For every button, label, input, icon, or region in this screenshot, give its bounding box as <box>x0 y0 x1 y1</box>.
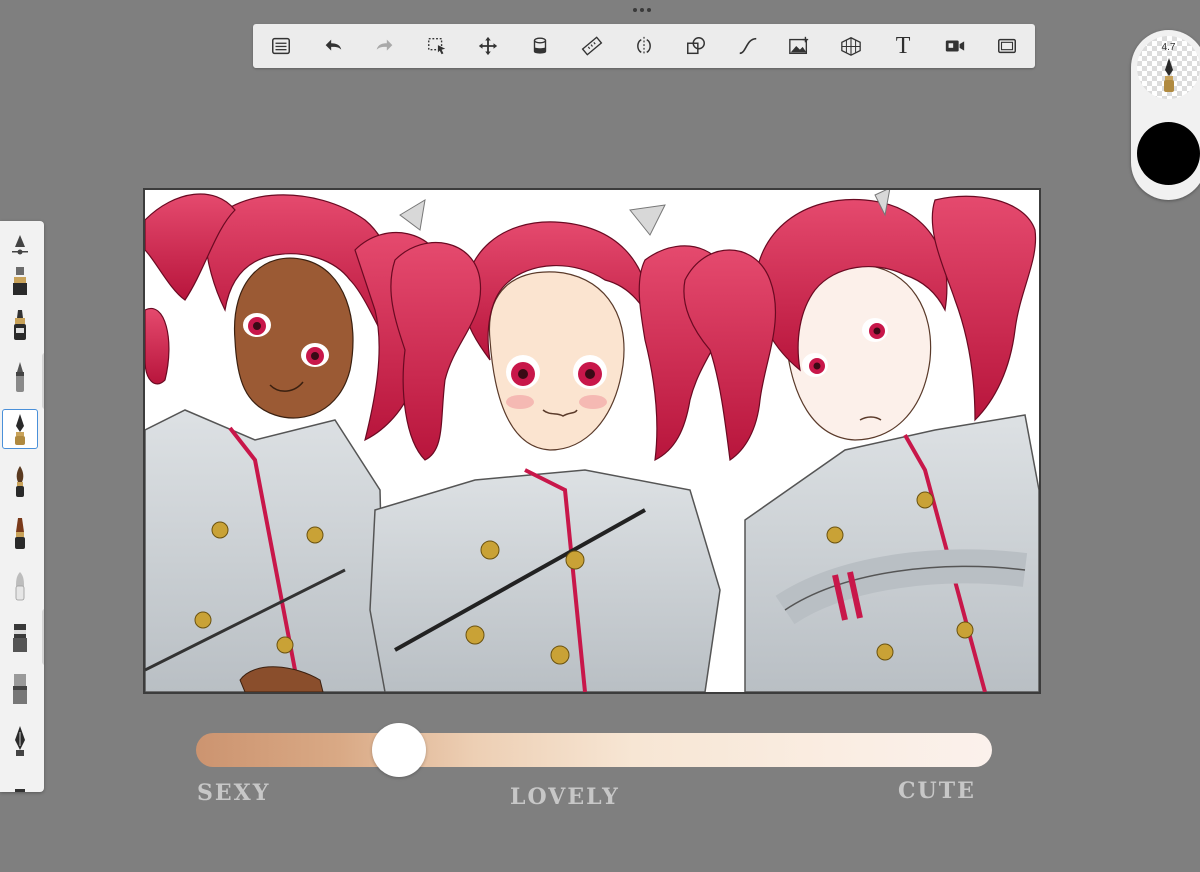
skin-tone-slider-thumb[interactable] <box>372 723 426 777</box>
round-brush-icon[interactable] <box>2 461 38 501</box>
ink-pen-icon[interactable] <box>2 305 38 345</box>
brush-size-slider[interactable] <box>42 353 44 409</box>
fullscreen-icon[interactable] <box>993 32 1021 60</box>
tone-label-cute: CUTE <box>898 778 976 804</box>
top-toolbar: T <box>253 24 1035 68</box>
list-icon[interactable] <box>267 32 295 60</box>
record-icon[interactable] <box>941 32 969 60</box>
artwork <box>145 190 1039 692</box>
smudge-icon[interactable] <box>2 669 38 709</box>
symmetry-icon[interactable] <box>630 32 658 60</box>
character-middle <box>369 199 731 692</box>
brush-size-indicator[interactable]: 4.7 <box>1137 36 1200 99</box>
fine-pen-icon[interactable] <box>2 357 38 397</box>
eraser-icon[interactable] <box>2 617 38 657</box>
image-icon[interactable] <box>785 32 813 60</box>
text-tool-label: T <box>895 33 911 59</box>
curve-icon[interactable] <box>734 32 762 60</box>
current-color-swatch[interactable] <box>1137 122 1200 185</box>
nib-pen-brush[interactable] <box>2 409 38 449</box>
tone-label-sexy: SEXY <box>197 780 271 806</box>
drawing-canvas[interactable] <box>143 188 1041 694</box>
ruler-icon[interactable] <box>578 32 606 60</box>
brush-opacity-slider[interactable] <box>42 609 44 665</box>
redo-icon[interactable] <box>371 32 399 60</box>
flat-brush-icon[interactable] <box>2 513 38 553</box>
brush-palette <box>0 221 44 792</box>
text-tool[interactable]: T <box>889 32 917 60</box>
pencil-icon[interactable] <box>2 225 38 265</box>
nib-pen-icon <box>15 414 25 445</box>
character-right <box>683 190 1039 692</box>
fill-icon[interactable] <box>526 32 554 60</box>
selection-icon[interactable] <box>423 32 451 60</box>
shapes-icon[interactable] <box>682 32 710 60</box>
skin-tone-slider-track[interactable] <box>196 733 992 767</box>
undo-icon[interactable] <box>319 32 347 60</box>
nib-pen-icon <box>1164 58 1174 92</box>
brush-size-value: 4.7 <box>1161 42 1176 53</box>
paint-icon[interactable] <box>2 769 38 792</box>
toolbar-grip[interactable] <box>633 8 651 12</box>
move-icon[interactable] <box>474 32 502 60</box>
fountain-pen-icon[interactable] <box>2 721 38 761</box>
airbrush-icon[interactable] <box>2 565 38 605</box>
perspective-icon[interactable] <box>837 32 865 60</box>
marker-icon[interactable] <box>2 261 38 301</box>
brush-puck[interactable]: 4.7 <box>1131 30 1200 200</box>
tone-label-lovely: LOVELY <box>510 784 620 810</box>
